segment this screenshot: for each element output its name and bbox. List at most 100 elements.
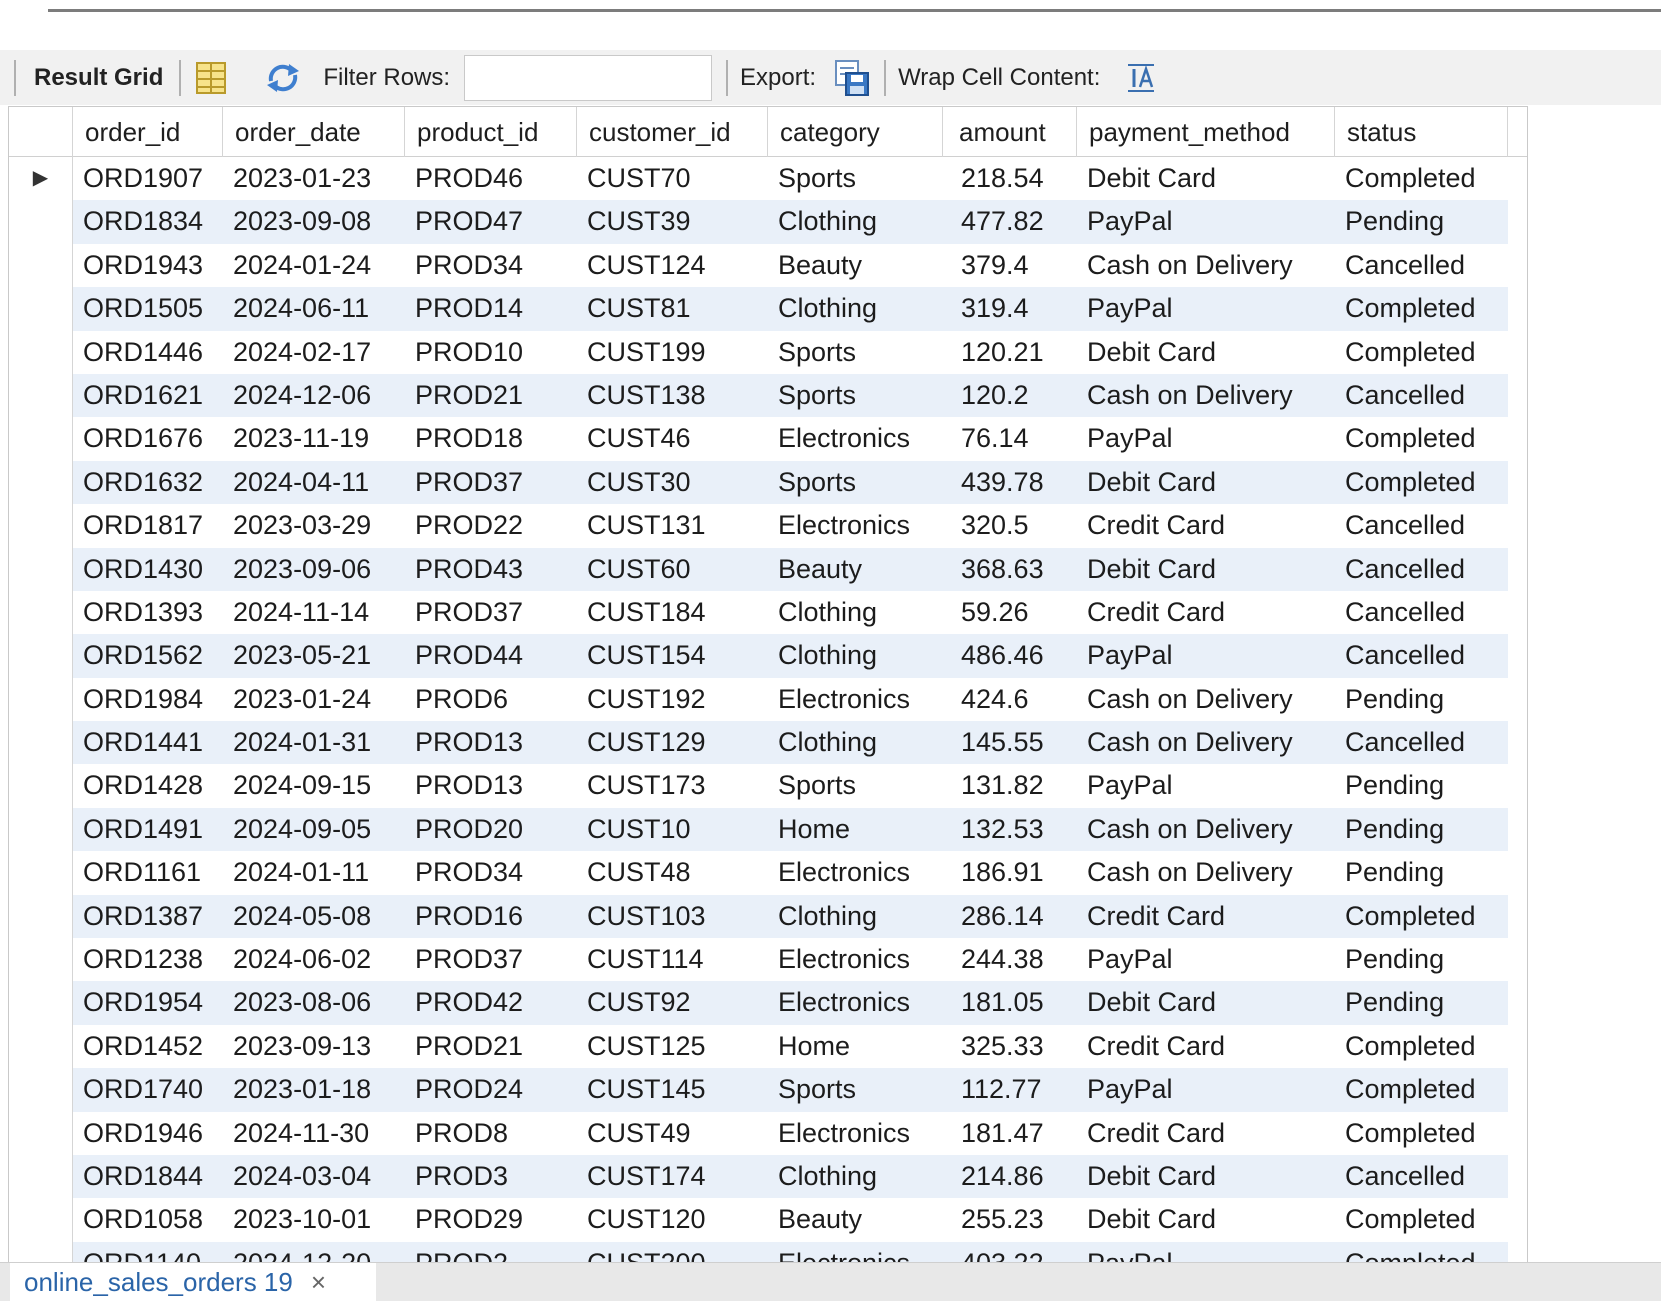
- cell-order-id[interactable]: ORD1946: [73, 1111, 223, 1155]
- cell-status[interactable]: Pending: [1335, 938, 1508, 982]
- cell-order-date[interactable]: 2023-05-21: [223, 634, 405, 678]
- cell-order-id[interactable]: ORD1621: [73, 373, 223, 418]
- close-icon[interactable]: ×: [311, 1267, 326, 1298]
- row-marker[interactable]: [9, 807, 73, 852]
- cell-order-date[interactable]: 2024-09-05: [223, 807, 405, 852]
- cell-product-id[interactable]: PROD46: [405, 157, 577, 201]
- cell-product-id[interactable]: PROD2: [405, 1241, 577, 1262]
- column-header-status[interactable]: status: [1335, 107, 1508, 157]
- table-row[interactable]: ORD1430 2023-09-06 PROD43 CUST60 Beauty 368.6…: [9, 547, 1527, 591]
- cell-product-id[interactable]: PROD22: [405, 504, 577, 548]
- cell-status[interactable]: Pending: [1335, 981, 1508, 1025]
- cell-order-id[interactable]: ORD1562: [73, 634, 223, 678]
- row-marker[interactable]: [9, 677, 73, 722]
- row-marker[interactable]: [9, 894, 73, 939]
- cell-order-id[interactable]: ORD1954: [73, 981, 223, 1025]
- row-marker[interactable]: [9, 721, 73, 765]
- cell-category[interactable]: Home: [768, 807, 943, 852]
- cell-product-id[interactable]: PROD42: [405, 981, 577, 1025]
- selected-row-marker-icon[interactable]: ▶: [9, 157, 73, 201]
- cell-product-id[interactable]: PROD43: [405, 547, 577, 591]
- column-header-category[interactable]: category: [768, 107, 943, 157]
- cell-order-id[interactable]: ORD1161: [73, 851, 223, 895]
- table-row[interactable]: ORD1844 2024-03-04 PROD3 CUST174 Clothing 214…: [9, 1154, 1527, 1199]
- table-row[interactable]: ORD1834 2023-09-08 PROD47 CUST39 Clothing 477…: [9, 200, 1527, 244]
- table-row[interactable]: ORD1943 2024-01-24 PROD34 CUST124 Beauty 379.…: [9, 243, 1527, 288]
- table-row[interactable]: ORD1632 2024-04-11 PROD37 CUST30 Sports 439.7…: [9, 460, 1527, 505]
- cell-customer-id[interactable]: CUST103: [577, 894, 768, 939]
- cell-amount[interactable]: 286.14: [943, 894, 1077, 939]
- column-header-order-date[interactable]: order_date: [223, 107, 405, 157]
- table-row[interactable]: ORD1984 2023-01-24 PROD6 CUST192 Electronics…: [9, 677, 1527, 722]
- cell-payment-method[interactable]: Debit Card: [1077, 981, 1335, 1025]
- cell-order-id[interactable]: ORD1430: [73, 547, 223, 591]
- row-marker[interactable]: [9, 1068, 73, 1112]
- cell-payment-method[interactable]: Credit Card: [1077, 590, 1335, 635]
- cell-order-date[interactable]: 2024-02-17: [223, 330, 405, 374]
- table-row[interactable]: ORD1740 2023-01-18 PROD24 CUST145 Sports 112.…: [9, 1068, 1527, 1112]
- cell-status[interactable]: Completed: [1335, 287, 1508, 331]
- cell-payment-method[interactable]: PayPal: [1077, 200, 1335, 244]
- cell-payment-method[interactable]: Cash on Delivery: [1077, 677, 1335, 722]
- refresh-icon[interactable]: [263, 61, 303, 95]
- cell-status[interactable]: Cancelled: [1335, 373, 1508, 418]
- cell-order-date[interactable]: 2023-01-23: [223, 157, 405, 201]
- cell-category[interactable]: Clothing: [768, 1154, 943, 1199]
- cell-payment-method[interactable]: PayPal: [1077, 764, 1335, 808]
- row-marker[interactable]: [9, 373, 73, 418]
- cell-category[interactable]: Sports: [768, 764, 943, 808]
- cell-product-id[interactable]: PROD44: [405, 634, 577, 678]
- cell-category[interactable]: Sports: [768, 373, 943, 418]
- result-grid-tab[interactable]: Result Grid: [34, 64, 163, 92]
- cell-amount[interactable]: 368.63: [943, 547, 1077, 591]
- cell-product-id[interactable]: PROD8: [405, 1111, 577, 1155]
- cell-product-id[interactable]: PROD24: [405, 1068, 577, 1112]
- cell-payment-method[interactable]: PayPal: [1077, 1241, 1335, 1262]
- cell-customer-id[interactable]: CUST138: [577, 373, 768, 418]
- table-row[interactable]: ORD1817 2023-03-29 PROD22 CUST131 Electronic…: [9, 504, 1527, 548]
- row-marker[interactable]: [9, 590, 73, 635]
- cell-amount[interactable]: 486.46: [943, 634, 1077, 678]
- cell-product-id[interactable]: PROD29: [405, 1198, 577, 1242]
- cell-product-id[interactable]: PROD18: [405, 417, 577, 461]
- cell-status[interactable]: Completed: [1335, 330, 1508, 374]
- cell-amount[interactable]: 145.55: [943, 721, 1077, 765]
- cell-status[interactable]: Cancelled: [1335, 1154, 1508, 1199]
- cell-status[interactable]: Pending: [1335, 764, 1508, 808]
- cell-order-date[interactable]: 2023-01-18: [223, 1068, 405, 1112]
- cell-order-date[interactable]: 2023-10-01: [223, 1198, 405, 1242]
- cell-customer-id[interactable]: CUST173: [577, 764, 768, 808]
- row-marker[interactable]: [9, 1154, 73, 1199]
- cell-amount[interactable]: 181.47: [943, 1111, 1077, 1155]
- cell-product-id[interactable]: PROD14: [405, 287, 577, 331]
- table-row[interactable]: ORD1387 2024-05-08 PROD16 CUST103 Clothing 28…: [9, 894, 1527, 939]
- cell-product-id[interactable]: PROD16: [405, 894, 577, 939]
- cell-customer-id[interactable]: CUST70: [577, 157, 768, 201]
- cell-status[interactable]: Pending: [1335, 851, 1508, 895]
- table-row[interactable]: ORD1491 2024-09-05 PROD20 CUST10 Home 132.53 C…: [9, 807, 1527, 852]
- row-marker[interactable]: [9, 200, 73, 244]
- cell-status[interactable]: Completed: [1335, 1068, 1508, 1112]
- result-tab[interactable]: online_sales_orders 19 ×: [10, 1263, 376, 1301]
- cell-amount[interactable]: 379.4: [943, 243, 1077, 288]
- cell-order-id[interactable]: ORD1058: [73, 1198, 223, 1242]
- table-row[interactable]: ORD1393 2024-11-14 PROD37 CUST184 Clothing 59…: [9, 590, 1527, 635]
- column-header-order-id[interactable]: order_id: [73, 107, 223, 157]
- cell-payment-method[interactable]: Credit Card: [1077, 1111, 1335, 1155]
- cell-order-id[interactable]: ORD1140: [73, 1241, 223, 1262]
- cell-amount[interactable]: 76.14: [943, 417, 1077, 461]
- cell-category[interactable]: Electronics: [768, 504, 943, 548]
- cell-category[interactable]: Electronics: [768, 1111, 943, 1155]
- table-row[interactable]: ▶ ORD1907 2023-01-23 PROD46 CUST70 Sports 218.…: [9, 157, 1527, 201]
- cell-order-date[interactable]: 2024-01-31: [223, 721, 405, 765]
- cell-product-id[interactable]: PROD10: [405, 330, 577, 374]
- cell-product-id[interactable]: PROD37: [405, 460, 577, 505]
- cell-amount[interactable]: 181.05: [943, 981, 1077, 1025]
- cell-status[interactable]: Completed: [1335, 460, 1508, 505]
- cell-order-date[interactable]: 2024-12-06: [223, 373, 405, 418]
- export-icon[interactable]: [834, 59, 870, 97]
- cell-amount[interactable]: 320.5: [943, 504, 1077, 548]
- cell-order-date[interactable]: 2024-05-08: [223, 894, 405, 939]
- cell-payment-method[interactable]: Debit Card: [1077, 1198, 1335, 1242]
- cell-amount[interactable]: 120.21: [943, 330, 1077, 374]
